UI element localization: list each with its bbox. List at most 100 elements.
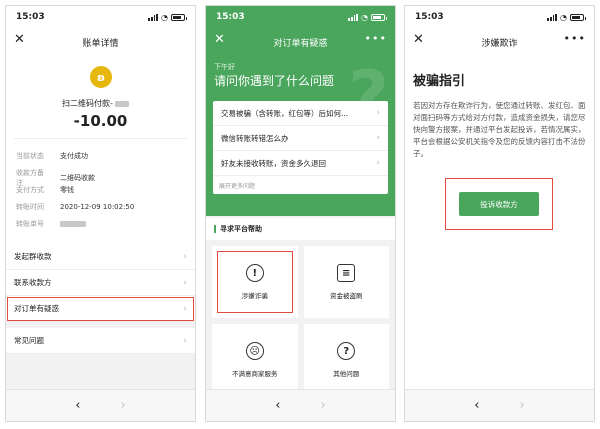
detail-value: 零钱 [60, 186, 74, 194]
detail-value: 二维码收款 [60, 174, 95, 182]
chevron-right-icon: › [183, 303, 187, 314]
highlight-box: 投诉收款方 [445, 178, 553, 230]
tile-stolen-funds[interactable]: ≡ 资金被盗刷 [303, 246, 389, 318]
merchant-label: 扫二维码付款- [62, 99, 113, 108]
menu-label: 常见问题 [14, 336, 44, 345]
status-time: 15:03 [16, 12, 45, 22]
guide-heading: 被骗指引 [413, 74, 466, 89]
chevron-right-icon: › [376, 133, 380, 143]
nav-bar: ✕ 涉嫌欺诈 ••• [405, 28, 594, 56]
back-icon[interactable]: ‹ [474, 398, 479, 413]
menu-item-order-question[interactable]: 对订单有疑惑 › [6, 296, 195, 322]
forward-icon[interactable]: › [121, 398, 126, 413]
menu-item-contact-payee[interactable]: 联系收款方 › [6, 270, 195, 296]
tile-label: 其他问题 [333, 370, 360, 378]
merchant-coin-icon: ʚ [90, 66, 112, 88]
chevron-right-icon: › [376, 108, 380, 118]
battery-icon [171, 13, 187, 21]
phone-screen-bill-details: 15:03 ◔ ✕ 账单详情 ʚ 扫二维码付款- -10.00 当前状态 支付成功… [5, 5, 196, 422]
tile-label: 资金被盗刷 [330, 292, 363, 300]
alarm-clock-icon: ! [245, 264, 264, 282]
nav-bar: ✕ 账单详情 [6, 28, 195, 56]
redacted-block [114, 100, 129, 107]
page-title: 涉嫌欺诈 [481, 38, 518, 49]
tile-other[interactable]: ? 其他问题 [303, 324, 389, 396]
browser-bottom-bar: ‹ › [206, 389, 395, 421]
status-bar: 15:03 ◔ [206, 6, 395, 28]
more-icon[interactable]: ••• [365, 32, 387, 45]
question-label: 交易被骗（含转账，红包等）后如何... [221, 108, 349, 118]
wifi-icon: ◔ [361, 12, 368, 22]
battery-icon [371, 13, 387, 21]
menu-item-faq[interactable]: 常见问题 › [6, 328, 195, 354]
status-time: 15:03 [415, 12, 444, 22]
tile-fraud[interactable]: ! 涉嫌诈骗 [212, 246, 298, 318]
nav-bar: ✕ 对订单有疑惑 ••• [206, 28, 395, 56]
question-item[interactable]: 交易被骗（含转账，红包等）后如何... › [213, 101, 388, 126]
faq-list: 常见问题 › [6, 328, 195, 354]
question-item[interactable]: 好友未接收转账，资金多久退回 › [213, 151, 388, 176]
detail-row: 转账时间 2020-12-09 10:02:50 [16, 202, 134, 212]
tile-label: 涉嫌诈骗 [241, 292, 268, 300]
battery-icon [570, 13, 586, 21]
browser-bottom-bar: ‹ › [6, 389, 195, 421]
back-icon[interactable]: ‹ [75, 398, 80, 413]
tile-merchant-service[interactable]: ☹ 不满意商家服务 [212, 324, 298, 396]
amount: -10.00 [73, 112, 128, 130]
detail-row: 转账单号 [16, 219, 86, 229]
close-icon[interactable]: ✕ [413, 32, 424, 47]
page-title: 账单详情 [82, 38, 119, 49]
close-icon[interactable]: ✕ [214, 32, 225, 47]
chevron-right-icon: › [183, 335, 187, 346]
detail-row: 当前状态 支付成功 [16, 151, 88, 161]
question-title: 请问你遇到了什么问题 [214, 74, 335, 88]
chevron-right-icon: › [183, 251, 187, 262]
guide-body: 若因对方存在欺诈行为，使您通过转账、发红包、面对面扫码等方式给对方付款，造成资金… [413, 101, 586, 158]
detail-label: 转账时间 [16, 203, 44, 211]
menu-label: 联系收款方 [14, 278, 52, 287]
sad-face-icon: ☹ [245, 342, 264, 360]
section-heading-label: 寻求平台帮助 [220, 225, 262, 233]
wifi-icon: ◔ [560, 12, 567, 22]
status-bar: 15:03 ◔ [405, 6, 594, 28]
phone-screen-fraud: 15:03 ◔ ✕ 涉嫌欺诈 ••• 被骗指引 若因对方存在欺诈行为，使您通过转… [404, 5, 595, 422]
platform-help-section: 寻求平台帮助 ! 涉嫌诈骗 ≡ 资金被盗刷 ☹ 不满意商家服务 ? 其他问题 [206, 218, 395, 396]
forward-icon[interactable]: › [520, 398, 525, 413]
question-item[interactable]: 微信转账转错怎么办 › [213, 126, 388, 151]
more-icon[interactable]: ••• [564, 32, 586, 45]
detail-label: 支付方式 [16, 186, 44, 194]
section-heading: 寻求平台帮助 [206, 218, 395, 240]
greeting: 下午好 [214, 63, 235, 71]
status-time: 15:03 [216, 12, 245, 22]
detail-label: 当前状态 [16, 152, 44, 160]
close-icon[interactable]: ✕ [14, 32, 25, 47]
expand-more-link[interactable]: 展开更多问题 [213, 176, 388, 194]
merchant-name: 扫二维码付款- [62, 98, 129, 109]
card-icon: ≡ [337, 264, 356, 282]
complain-payee-button[interactable]: 投诉收款方 [459, 192, 539, 216]
page-title: 对订单有疑惑 [273, 38, 328, 49]
menu-item-group-collect[interactable]: 发起群收款 › [6, 244, 195, 270]
signal-icon [348, 13, 359, 21]
forward-icon[interactable]: › [321, 398, 326, 413]
status-bar: 15:03 ◔ [6, 6, 195, 28]
detail-value: 2020-12-09 10:02:50 [60, 203, 135, 211]
phone-screen-order-question: 15:03 ◔ ✕ 对订单有疑惑 ••• ? 下午好 请问你遇到了什么问题 交易… [205, 5, 396, 422]
detail-label: 转账单号 [16, 220, 44, 228]
help-grid: ! 涉嫌诈骗 ≡ 资金被盗刷 ☹ 不满意商家服务 ? 其他问题 [206, 240, 395, 402]
menu-label: 对订单有疑惑 [14, 304, 59, 313]
signal-icon [148, 13, 159, 21]
chevron-right-icon: › [183, 277, 187, 288]
question-hero: ✕ 对订单有疑惑 ••• ? 下午好 请问你遇到了什么问题 交易被骗（含转账，红… [206, 28, 395, 216]
bill-summary: ʚ 扫二维码付款- -10.00 当前状态 支付成功 收款方备注 二维码收款 支付方… [6, 56, 195, 267]
signal-icon [547, 13, 558, 21]
back-icon[interactable]: ‹ [275, 398, 280, 413]
detail-row: 支付方式 零钱 [16, 185, 74, 195]
action-list: 发起群收款 › 联系收款方 › 对订单有疑惑 › [6, 244, 195, 322]
question-label: 好友未接收转账，资金多久退回 [221, 158, 326, 168]
menu-label: 发起群收款 [14, 252, 52, 261]
browser-bottom-bar: ‹ › [405, 389, 594, 421]
detail-value: 支付成功 [60, 152, 88, 160]
fraud-guide: 被骗指引 若因对方存在欺诈行为，使您通过转账、发红包、面对面扫码等方式给对方付款… [405, 56, 594, 389]
tile-label: 不满意商家服务 [232, 370, 278, 378]
